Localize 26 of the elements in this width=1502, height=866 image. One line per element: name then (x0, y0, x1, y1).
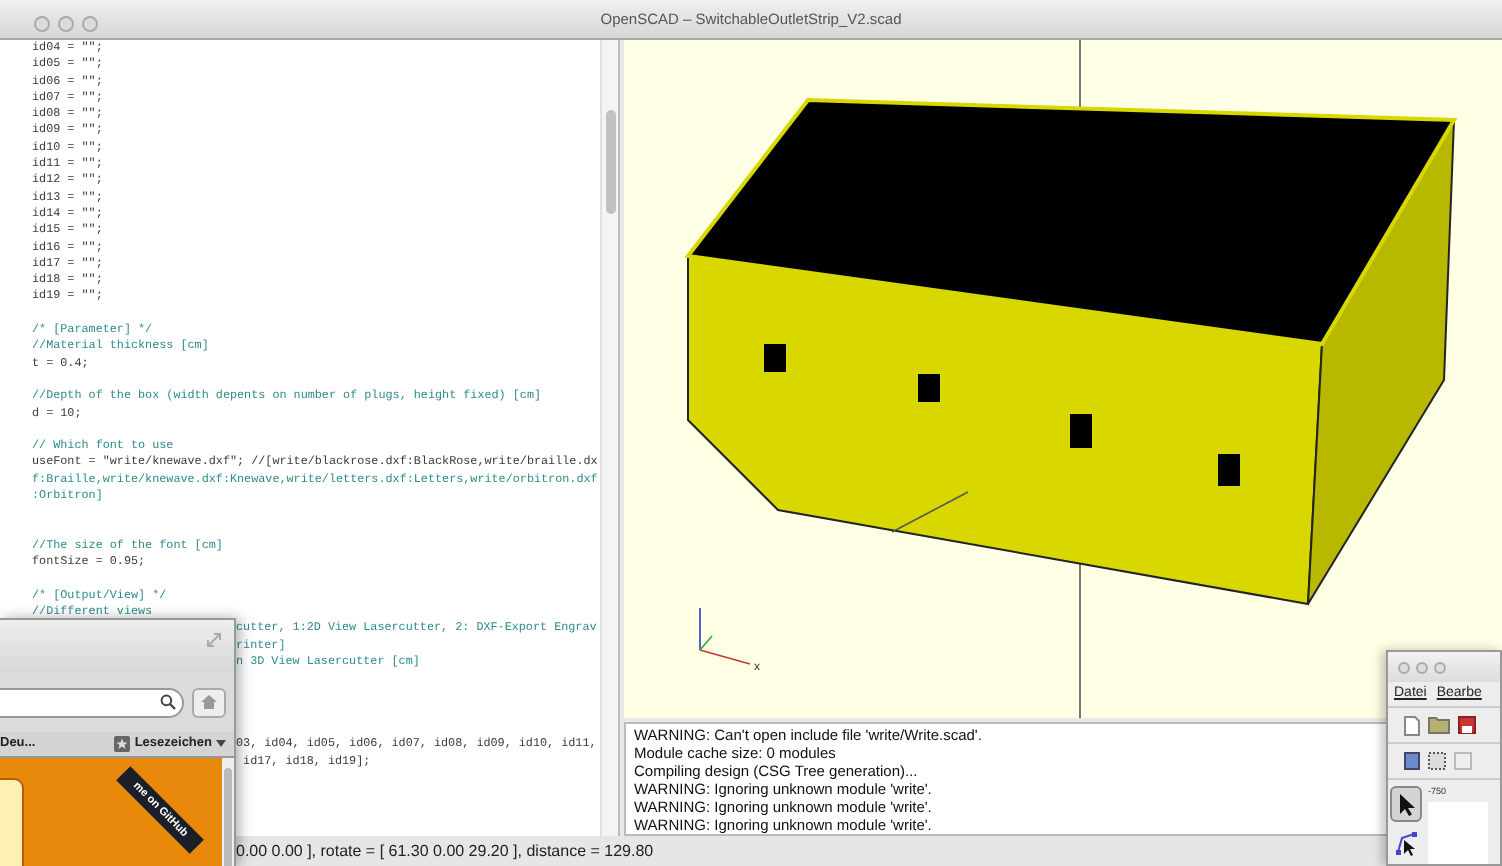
minimize-button[interactable] (58, 16, 74, 32)
save-icon[interactable] (1458, 716, 1476, 734)
close-button[interactable] (34, 16, 50, 32)
close-button[interactable] (1398, 661, 1410, 673)
node-icon (1395, 832, 1417, 856)
home-button[interactable] (192, 687, 226, 717)
zoom-button[interactable] (1434, 661, 1446, 673)
axes-indicator-icon (699, 607, 751, 665)
search-field[interactable] (0, 687, 184, 717)
caret-icon (216, 740, 226, 748)
new-document-icon[interactable] (1404, 715, 1420, 735)
zoom-button[interactable] (82, 16, 98, 32)
arrow-icon (1395, 792, 1417, 816)
search-icon (160, 694, 176, 710)
node-tool-button[interactable] (1390, 826, 1422, 862)
page-icon[interactable] (1454, 752, 1472, 770)
scrollbar-thumb[interactable] (606, 110, 616, 214)
resize-icon[interactable] (206, 632, 222, 648)
select-tool-button[interactable] (1390, 786, 1422, 822)
home-icon (200, 694, 218, 710)
status-text: 0.00 0.00 ], rotate = [ 61.30 0.00 29.20 ], distance = 129.80 (236, 839, 654, 863)
canvas-area (1428, 802, 1488, 864)
grid-icon[interactable] (1428, 752, 1446, 770)
minimize-button[interactable] (1416, 661, 1428, 673)
document-icon[interactable] (1404, 752, 1420, 770)
scrollbar-thumb[interactable] (224, 768, 232, 866)
